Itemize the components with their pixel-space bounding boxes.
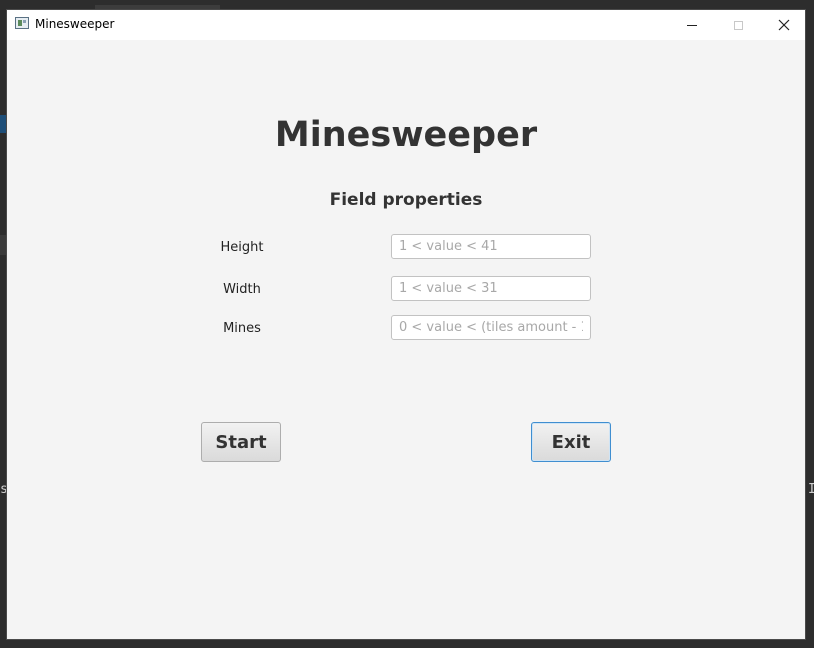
- title-bar[interactable]: Minesweeper: [7, 10, 805, 40]
- main-content: Minesweeper Field properties Height Widt…: [7, 40, 805, 639]
- width-input[interactable]: [391, 276, 591, 301]
- exit-button[interactable]: Exit: [531, 422, 611, 462]
- app-window-icon: [15, 17, 29, 29]
- width-label: Width: [223, 282, 261, 297]
- minesweeper-window: Minesweeper Minesweeper Field properties…: [6, 9, 806, 640]
- desktop-background: s I Minesweeper Minesweeper Field proper…: [0, 0, 814, 648]
- close-button[interactable]: [761, 10, 807, 40]
- minimize-icon: [687, 24, 697, 26]
- close-icon: [778, 19, 790, 31]
- maximize-icon: [733, 20, 743, 30]
- minimize-button[interactable]: [669, 10, 715, 40]
- start-button[interactable]: Start: [201, 422, 281, 462]
- mines-label: Mines: [223, 321, 261, 336]
- height-label: Height: [220, 240, 264, 255]
- field-properties-heading: Field properties: [329, 190, 483, 210]
- background-text-fragment-right: I: [808, 482, 814, 497]
- mines-input[interactable]: [391, 315, 591, 340]
- height-input[interactable]: [391, 234, 591, 259]
- maximize-button[interactable]: [715, 10, 761, 40]
- window-title: Minesweeper: [35, 17, 115, 31]
- game-title: Minesweeper: [274, 115, 538, 155]
